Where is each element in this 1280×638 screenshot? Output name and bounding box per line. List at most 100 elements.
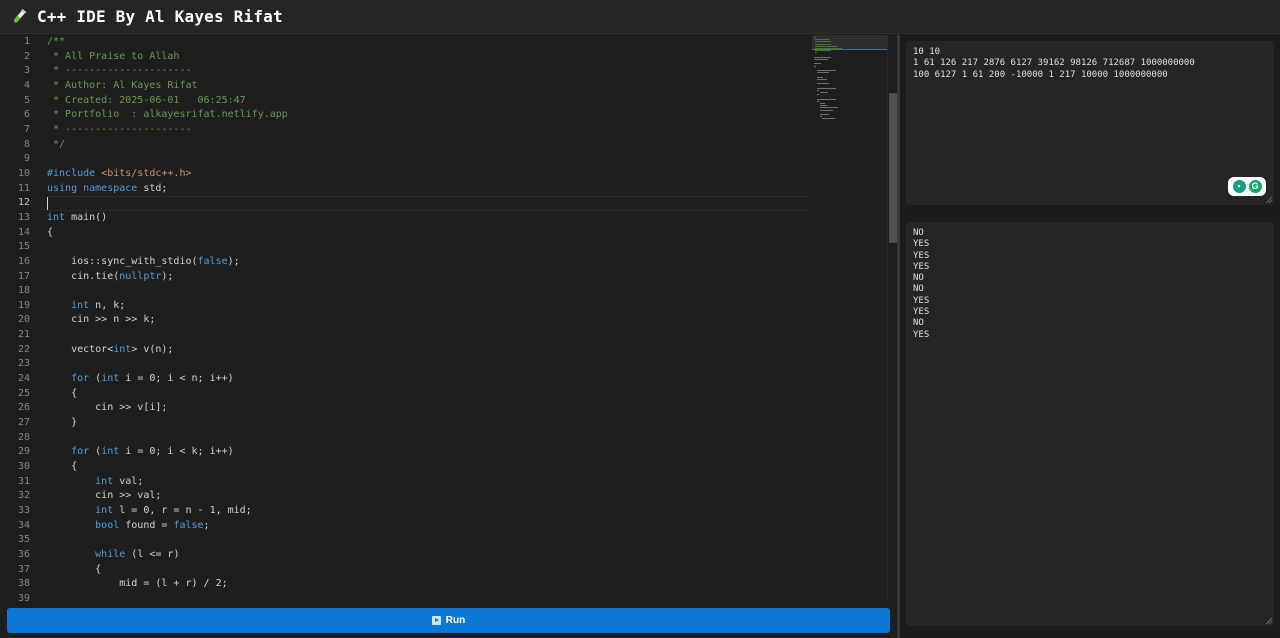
code-line[interactable]: vector<int> v(n); (47, 343, 809, 358)
code-token: * All Praise to Allah (47, 50, 180, 62)
line-number: 29 (17, 446, 30, 458)
line-number: 14 (17, 226, 30, 238)
minimap-line (819, 116, 822, 118)
code-editor[interactable]: 1 2 3 4 5 6 7 8 9 10 11 12 13 14 15 16 17 18 19 20 21 22 23 24 2… (0, 35, 897, 601)
line-number: 36 (17, 548, 30, 560)
code-line[interactable]: * --------------------- (47, 64, 809, 79)
output-textarea[interactable]: NO YES YES YES NO NO YES YES NO YES (906, 222, 1274, 626)
editor-scrollbar[interactable] (887, 35, 897, 601)
minimap-line (814, 50, 831, 52)
line-number: 5 (23, 94, 30, 106)
code-token: int (47, 299, 90, 311)
code-line[interactable]: cin >> val; (47, 489, 809, 504)
code-line[interactable] (47, 592, 809, 601)
code-token: mid = (l + r) / 2; (47, 578, 228, 590)
code-line[interactable]: * --------------------- (47, 123, 809, 138)
code-line[interactable] (47, 284, 809, 299)
code-line[interactable]: * All Praise to Allah (47, 50, 809, 65)
minimap[interactable] (812, 35, 887, 601)
code-line[interactable]: * Portfolio : alkayesrifat.netlify.app (47, 108, 809, 123)
code-line[interactable]: while (l <= r) (47, 548, 809, 563)
line-number: 19 (17, 299, 30, 311)
code-token: > v(n); (131, 343, 174, 355)
code-line[interactable] (47, 152, 809, 167)
minimap-line (814, 37, 817, 38)
code-token: { (47, 563, 102, 575)
code-line[interactable]: #include <bits/stdc++.h> (47, 167, 809, 182)
code-line[interactable]: mid = (l + r) / 2; (47, 577, 809, 592)
line-number: 16 (17, 255, 30, 267)
line-number: 17 (17, 270, 30, 282)
minimap-line (816, 70, 837, 71)
code-line[interactable]: } (47, 416, 809, 431)
code-token: for (47, 446, 90, 458)
code-token: int (113, 343, 132, 355)
code-line[interactable]: */ (47, 138, 809, 153)
run-button[interactable]: Run (7, 608, 890, 633)
code-line[interactable]: int val; (47, 475, 809, 490)
scrollbar-thumb[interactable] (889, 93, 897, 243)
line-number: 25 (17, 387, 30, 399)
code-line[interactable]: ios::sync_with_stdio(false); (47, 255, 809, 270)
code-token: val; (113, 475, 144, 487)
grammarly-icon[interactable]: G (1248, 180, 1262, 193)
code-line[interactable]: cin >> n >> k; (47, 313, 809, 328)
code-line[interactable]: cin >> v[i]; (47, 401, 809, 416)
code-line[interactable]: { (47, 387, 809, 402)
line-number: 12 (17, 197, 30, 209)
line-number: 34 (17, 519, 30, 531)
code-line[interactable] (47, 196, 809, 211)
code-line[interactable] (47, 533, 809, 548)
code-line[interactable]: { (47, 460, 809, 475)
code-line[interactable]: { (47, 563, 809, 578)
code-line[interactable]: int main() (47, 211, 809, 226)
code-line[interactable]: * Author: Al Kayes Rifat (47, 79, 809, 94)
text-cursor (47, 197, 48, 211)
minimap-line (819, 107, 838, 109)
line-number: 6 (23, 109, 30, 121)
minimap-line (816, 94, 819, 96)
minimap-line (819, 105, 828, 107)
code-line[interactable]: /** (47, 35, 809, 50)
code-line[interactable]: cin.tie(nullptr); (47, 270, 809, 285)
code-token: int (47, 211, 66, 223)
code-line[interactable]: int n, k; (47, 299, 809, 314)
code-token: ); (161, 270, 174, 282)
line-number: 39 (17, 592, 30, 601)
line-number: 8 (23, 138, 30, 150)
resize-handle[interactable] (1266, 197, 1272, 203)
input-text[interactable]: 10 10 1 61 126 217 2876 6127 39162 98126… (906, 41, 1274, 87)
code-token: false (197, 255, 228, 267)
code-line[interactable]: * Created: 2025-06-01 06:25:47 (47, 94, 809, 109)
code-line[interactable]: using namespace std; (47, 182, 809, 197)
line-number-gutter: 1 2 3 4 5 6 7 8 9 10 11 12 13 14 15 16 17 18 19 20 21 22 23 24 2… (0, 35, 40, 601)
minimap-line (814, 48, 842, 49)
code-token: * Created: 2025-06-01 06:25:47 (47, 94, 246, 106)
code-line[interactable] (47, 431, 809, 446)
code-token: * Author: Al Kayes Rifat (47, 79, 198, 91)
minimap-line (819, 92, 828, 93)
code-line[interactable]: bool found = false; (47, 519, 809, 534)
code-line[interactable]: for (int i = 0; i < k; i++) (47, 445, 809, 460)
run-button-label: Run (445, 615, 466, 626)
code-line[interactable] (47, 357, 809, 372)
code-line[interactable]: for (int i = 0; i < n; i++) (47, 372, 809, 387)
extension-widget[interactable]: • G (1228, 177, 1266, 196)
code-line[interactable]: { (47, 226, 809, 241)
line-number: 20 (17, 314, 30, 326)
line-number: 24 (17, 373, 30, 385)
bulb-icon[interactable]: • (1232, 180, 1246, 193)
io-panels: 10 10 1 61 126 217 2876 6127 39162 98126… (900, 35, 1280, 638)
minimap-line (814, 65, 816, 67)
code-line[interactable] (47, 328, 809, 343)
code-line[interactable]: int l = 0, r = n - 1, mid; (47, 504, 809, 519)
input-textarea[interactable]: 10 10 1 61 126 217 2876 6127 39162 98126… (906, 41, 1274, 205)
code-area[interactable]: /** * All Praise to Allah * ------------… (47, 35, 809, 601)
app-title: C++ IDE By Al Kayes Rifat (37, 7, 283, 26)
line-number: 32 (17, 490, 30, 502)
resize-handle[interactable] (1266, 618, 1272, 624)
minimap-line (822, 118, 835, 120)
code-token: found = (119, 519, 174, 531)
code-line[interactable] (47, 240, 809, 255)
code-token: ( (89, 373, 102, 385)
